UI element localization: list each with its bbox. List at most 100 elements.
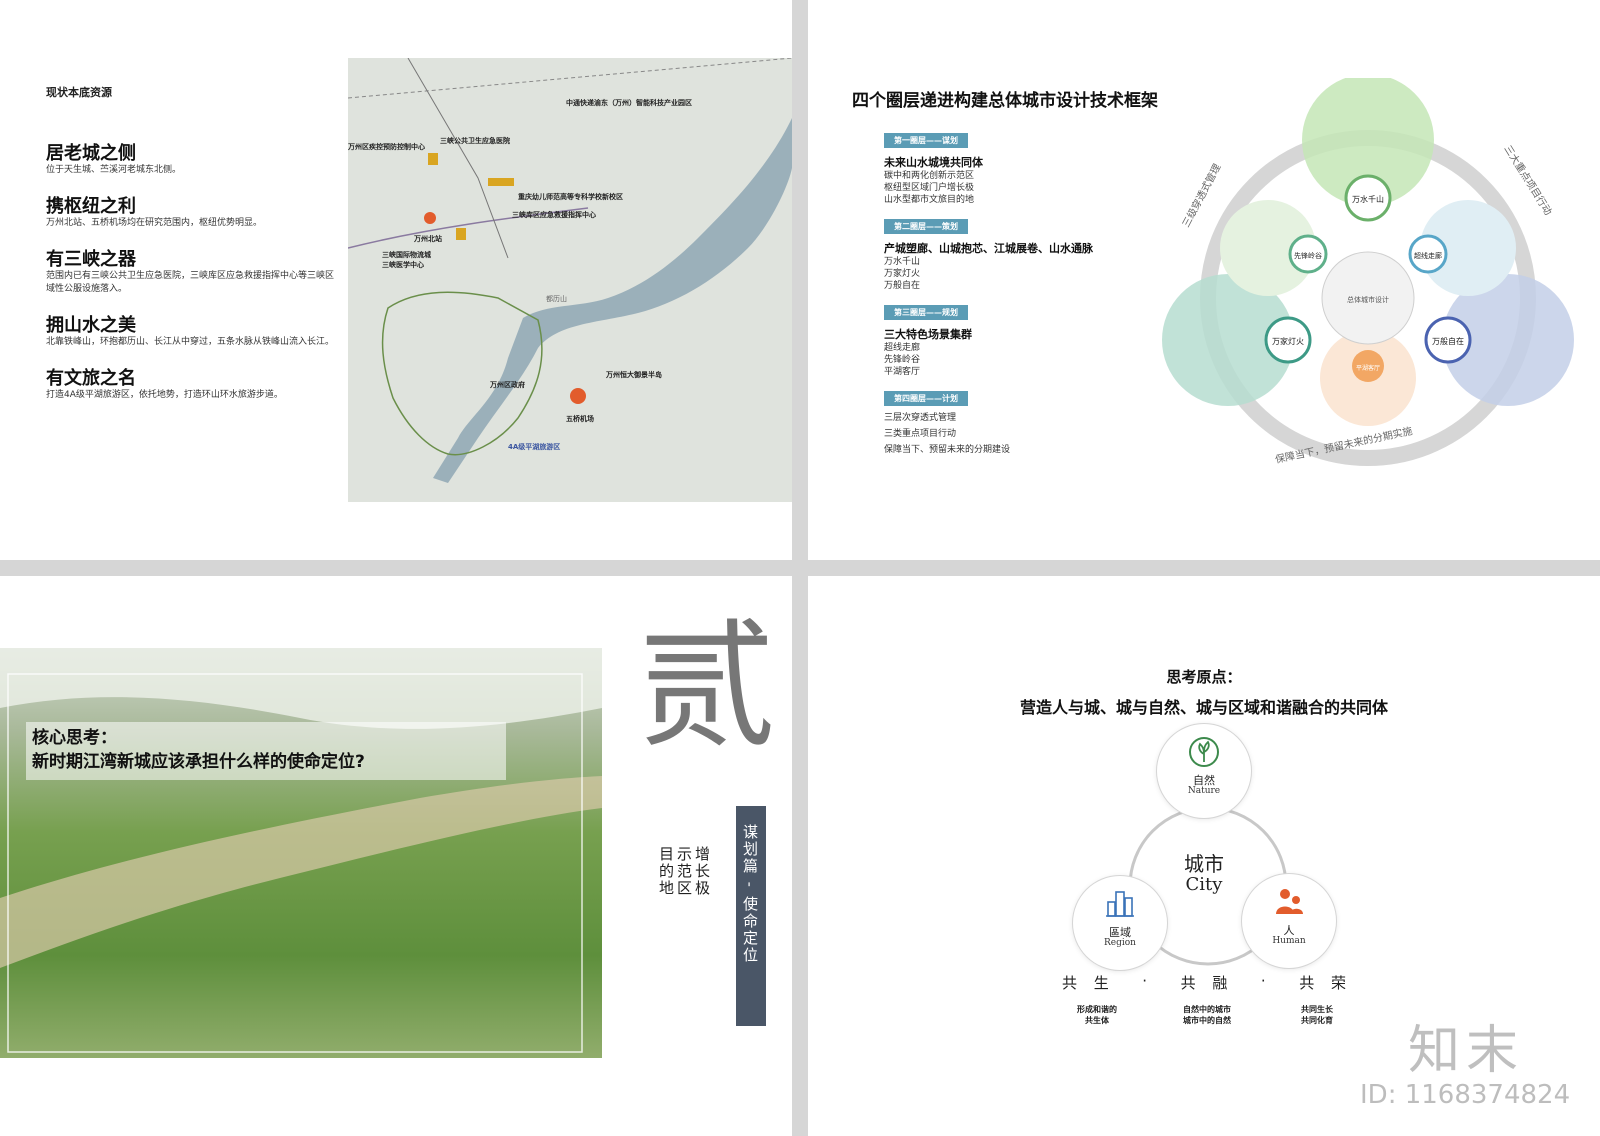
caption-line: 共生体: [1085, 1016, 1109, 1025]
resource-item: 有文旅之名 打造4A级平湖旅游区，依托地势，打造环山环水旅游步道。: [46, 369, 336, 402]
layer-subtitle: 产城塑廊、山城抱芯、江城展卷、山水通脉: [884, 242, 1093, 255]
layer-tag: 第四圈层——计划: [884, 391, 968, 406]
slide-framework[interactable]: 四个圈层递进构建总体城市设计技术框架 第一圈层——谋划 未来山水城境共同体 碳中…: [808, 0, 1600, 560]
center-label: 总体城市设计: [1347, 295, 1389, 304]
site-map: 中通快递渝东（万州）智能科技产业园区 万州区疾控预防控制中心 三峡公共卫生应急医…: [348, 58, 792, 502]
tree-icon: [1189, 737, 1219, 767]
layer-line: 保障当下、预留未来的分期建设: [884, 445, 1011, 455]
resource-text: 位于天生城、苎溪河老城东北侧。: [46, 165, 182, 175]
map-label: 五桥机场: [566, 415, 594, 423]
resource-text: 打造4A级平湖旅游区，依托地势，打造环山环水旅游步道。: [46, 390, 283, 400]
site-map-graphic: [348, 58, 792, 502]
resource-item: 拥山水之美 北靠铁峰山，环抱都历山、长江从中穿过，五条水脉从铁峰山流入长江。: [46, 316, 336, 349]
map-label: 三峡公共卫生应急医院: [440, 137, 510, 145]
map-label: 万州北站: [414, 235, 442, 243]
layer-subtitle: 未来山水城境共同体: [884, 156, 983, 169]
layer-line: 三类重点项目行动: [884, 429, 957, 439]
layer-tag: 第一圈层——谋划: [884, 133, 968, 148]
layer-tag: 第二圈层——策划: [884, 219, 968, 234]
caption-line: 共同化育: [1301, 1016, 1333, 1025]
slogan-word: 共 生: [1062, 974, 1115, 992]
map-label: 万州区政府: [490, 381, 525, 389]
resource-title: 拥山水之美: [46, 315, 136, 336]
slogan-dot: ·: [1142, 972, 1154, 990]
layer-block: 第四圈层——计划 三层次穿透式管理 三类重点项目行动 保障当下、预留未来的分期建…: [884, 386, 1144, 456]
resource-title: 有三峡之器: [46, 249, 136, 270]
map-label: 4A级平湖旅游区: [508, 443, 561, 451]
layer-line: 碳中和两化创新示范区: [884, 171, 975, 181]
node-label: 超线走廊: [1414, 251, 1442, 260]
layer-line: 先锋岭谷: [884, 355, 921, 365]
resource-title: 携枢纽之利: [46, 196, 136, 217]
map-label: 中通快递渝东（万州）智能科技产业园区: [566, 99, 692, 107]
map-label: 三峡库区应急救援指挥中心: [512, 211, 596, 219]
node-sublabel: Nature: [1187, 786, 1221, 796]
layer-line: 山水型都市文旅目的地: [884, 195, 975, 205]
caption-row: 形成和谐的 共生体 自然中的城市 城市中的自然 共同生长 共同化育: [1062, 1004, 1352, 1026]
map-label: 万州区疾控预防控制中心: [348, 143, 425, 151]
watermark-id: ID: 1168374824: [1360, 1080, 1571, 1110]
question-text: 核心思考： 新时期江湾新城应该承担什么样的使命定位?: [32, 726, 365, 774]
resource-text: 万州北站、五桥机场均在研究范围内，枢纽优势明显。: [46, 218, 263, 228]
ring-label: 三大重点项目行动: [1501, 143, 1554, 218]
layer-line: 枢纽型区域门户增长极: [884, 183, 975, 193]
slide-title: 四个圈层递进构建总体城市设计技术框架: [852, 91, 1158, 111]
slide-mission[interactable]: 核心思考： 新时期江湾新城应该承担什么样的使命定位? 贰 增长极 示范区 目的地…: [0, 576, 792, 1136]
layer-tag: 第三圈层——规划: [884, 305, 968, 320]
slogan-word: 共 荣: [1299, 974, 1352, 992]
node-label: 先锋岭谷: [1294, 251, 1322, 260]
caption-line: 自然中的城市: [1183, 1005, 1231, 1014]
layer-block: 第三圈层——规划 三大特色场景集群 超线走廊 先锋岭谷 平湖客厅: [884, 300, 1144, 378]
node-label: 万家灯火: [1272, 336, 1304, 346]
layer-line: 超线走廊: [884, 343, 921, 353]
framework-diagram: 万水千山 先锋岭谷 超线走廊 万家灯火 平湖客厅 万般自在 总体城市设计 三级穿…: [1162, 78, 1574, 466]
question-title: 核心思考：: [32, 728, 117, 748]
caption-line: 共同生长: [1301, 1005, 1333, 1014]
resource-item: 居老城之侧 位于天生城、苎溪河老城东北侧。: [46, 144, 336, 177]
caption-line: 城市中的自然: [1183, 1016, 1231, 1025]
layer-line: 三层次穿透式管理: [884, 413, 957, 423]
layer-line: 万水千山: [884, 257, 921, 267]
caption-line: 形成和谐的: [1077, 1005, 1117, 1014]
slide-title: 思考原点：: [1166, 668, 1242, 686]
chapter-banner: 谋划篇 - 使命定位: [741, 824, 759, 964]
node-sublabel: Region: [1104, 938, 1136, 948]
node-sublabel: Human: [1272, 936, 1306, 946]
keyword-vertical: 示范区: [675, 846, 693, 897]
watermark-logo: 知末: [1408, 1021, 1525, 1081]
slogan-word: 共 融: [1180, 974, 1234, 992]
map-label: 万州恒大御景半岛: [606, 371, 662, 379]
caption: 共同生长 共同化育: [1282, 1004, 1352, 1026]
slide-subtitle: 营造人与城、城与自然、城与区域和谐融合的共同体: [1019, 698, 1388, 717]
map-label: 三峡医学中心: [382, 261, 424, 269]
aerial-photo: [0, 648, 602, 1058]
aerial-photo-graphic: [0, 648, 602, 1058]
slide-header: 现状本底资源: [46, 86, 112, 99]
layer-block: 第二圈层——策划 产城塑廊、山城抱芯、江城展卷、山水通脉 万水千山 万家灯火 万…: [884, 214, 1144, 292]
layer-subtitle: 三大特色场景集群: [884, 328, 972, 341]
slogan-dot: ·: [1260, 972, 1272, 990]
keyword-vertical: 目的地: [657, 846, 675, 897]
resource-item: 携枢纽之利 万州北站、五桥机场均在研究范围内，枢纽优势明显。: [46, 197, 336, 230]
layer-line: 万般自在: [884, 281, 921, 291]
map-label: 都历山: [546, 295, 567, 303]
center-label: 城市: [1184, 852, 1224, 876]
caption: 形成和谐的 共生体: [1062, 1004, 1132, 1026]
layer-block: 第一圈层——谋划 未来山水城境共同体 碳中和两化创新示范区 枢纽型区域门户增长极…: [884, 128, 1144, 206]
slogan-row: 共 生 · 共 融 · 共 荣: [1062, 972, 1352, 993]
caption: 自然中的城市 城市中的自然: [1172, 1004, 1242, 1026]
layer-list: 第一圈层——谋划 未来山水城境共同体 碳中和两化创新示范区 枢纽型区域门户增长极…: [884, 128, 1144, 464]
layer-line: 万家灯火: [884, 269, 921, 279]
resource-text: 范围内已有三峡公共卫生应急医院，三峡库区应急救援指挥中心等三峡区域性公服设施落入…: [46, 271, 335, 294]
resource-text: 北靠铁峰山，环抱都历山、长江从中穿过，五条水脉从铁峰山流入长江。: [46, 337, 335, 347]
node-label: 万般自在: [1432, 336, 1464, 346]
node-nature: 自然 Nature: [1157, 724, 1251, 818]
keyword-vertical: 增长极: [693, 846, 711, 897]
resource-title: 有文旅之名: [46, 368, 136, 389]
slide-resources[interactable]: 现状本底资源 居老城之侧 位于天生城、苎溪河老城东北侧。 携枢纽之利 万州北站、…: [0, 0, 792, 560]
resource-item: 有三峡之器 范围内已有三峡公共卫生应急医院，三峡库区应急救援指挥中心等三峡区域性…: [46, 250, 336, 296]
node-label: 平湖客厅: [1356, 364, 1380, 372]
center-sublabel: City: [1185, 874, 1223, 895]
chapter-number: 贰: [638, 606, 777, 767]
map-label: 三峡国际物流城: [382, 251, 431, 259]
